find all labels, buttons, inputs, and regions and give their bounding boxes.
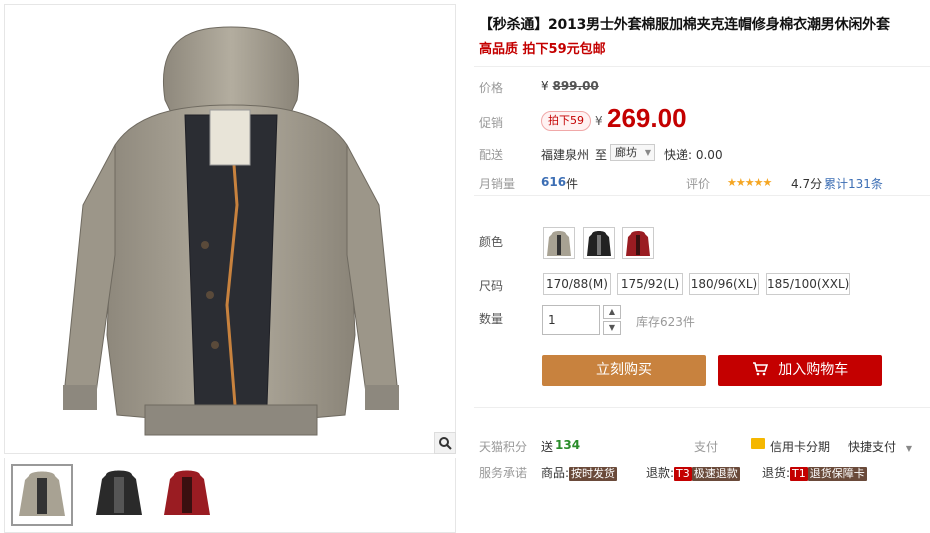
sales-unit: 件 xyxy=(566,177,579,191)
qty-increase-button[interactable]: ▲ xyxy=(603,305,621,319)
size-option-l[interactable]: 175/92(L) xyxy=(617,273,683,295)
delivery-label: 配送 xyxy=(479,148,504,162)
promise-label: 服务承诺 xyxy=(479,466,528,480)
goods-promise: 商品: 按时发货 xyxy=(541,464,618,481)
product-title: 【秒杀通】2013男士外套棉服加棉夹克连帽修身棉衣潮男休闲外套 xyxy=(479,17,890,33)
add-to-cart-button[interactable]: 加入购物车 xyxy=(718,355,882,386)
city-value: 廊坊 xyxy=(615,146,637,159)
add-to-cart-label: 加入购物车 xyxy=(778,362,849,378)
points-label: 天猫积分 xyxy=(479,440,528,454)
delivery-from: 福建泉州 xyxy=(541,148,590,162)
on-time-badge[interactable]: 按时发货 xyxy=(569,467,618,481)
price-label: 价格 xyxy=(479,81,504,95)
chevron-down-icon: ▼ xyxy=(905,444,912,453)
zoom-icon[interactable] xyxy=(434,432,456,454)
points-value: 134 xyxy=(555,438,581,452)
credit-installment[interactable]: 信用卡分期 xyxy=(770,438,830,455)
points-prefix: 送 xyxy=(541,440,554,454)
credit-card-icon xyxy=(751,438,765,449)
size-option-m[interactable]: 170/88(M) xyxy=(543,273,611,295)
thumbnail-black[interactable] xyxy=(89,464,151,526)
rating-stars-icon: ★★★★★ xyxy=(727,176,772,189)
currency-symbol: ¥ xyxy=(541,79,549,93)
refund-label: 退款: xyxy=(646,466,675,480)
qty-label: 数量 xyxy=(479,312,504,326)
main-product-image[interactable] xyxy=(4,4,456,454)
goods-label: 商品: xyxy=(541,466,570,480)
buy-now-button[interactable]: 立刻购买 xyxy=(542,355,706,386)
size-option-xl[interactable]: 180/96(XL) xyxy=(689,273,759,295)
stock-count: 库存623件 xyxy=(636,315,695,329)
sales-label: 月销量 xyxy=(479,177,516,191)
promo-tag: 拍下59 xyxy=(541,111,591,131)
delivery-to-word: 至 xyxy=(595,148,608,162)
product-gallery xyxy=(0,0,458,533)
product-subtitle: 高品质 拍下59元包邮 xyxy=(479,42,606,57)
thumbnail-strip xyxy=(4,458,456,533)
refund-code-badge: T3 xyxy=(674,467,692,481)
product-info: 【秒杀通】2013男士外套棉服加棉夹克连帽修身棉衣潮男休闲外套 高品质 拍下59… xyxy=(474,0,930,533)
fast-refund-badge[interactable]: 极速退款 xyxy=(691,467,740,481)
thumbnail-khaki[interactable] xyxy=(11,464,73,526)
rating-label: 评价 xyxy=(686,177,711,191)
chevron-down-icon: ▼ xyxy=(644,148,651,157)
original-price: ¥ 899.00 xyxy=(541,79,599,93)
quantity-input[interactable]: 1 xyxy=(542,305,600,335)
promo-currency: ¥ xyxy=(595,114,603,128)
color-option-black[interactable] xyxy=(583,227,615,259)
return-code-badge: T1 xyxy=(790,467,808,481)
sales-count: 616 xyxy=(541,175,567,189)
pay-label: 支付 xyxy=(694,440,719,454)
return-guarantee-badge[interactable]: 退货保障卡 xyxy=(807,467,867,481)
sku-panel: 颜色 尺码 170/88(M) 175/92(L) 180/96(XL) 185… xyxy=(474,196,930,408)
size-option-xxl[interactable]: 185/100(XXL) xyxy=(766,273,850,295)
qty-decrease-button[interactable]: ▼ xyxy=(603,321,621,335)
quick-pay-dropdown[interactable]: 快捷支付 ▼ xyxy=(848,438,912,455)
return-promise: 退货: T1 退货保障卡 xyxy=(762,464,867,481)
shipping-fee: 快递: 0.00 xyxy=(664,148,723,162)
quick-pay-label: 快捷支付 xyxy=(848,440,897,454)
review-count-link[interactable]: 累计131条 xyxy=(824,175,883,192)
jacket-illustration xyxy=(63,26,399,436)
refund-promise: 退款: T3 极速退款 xyxy=(646,464,740,481)
promo-price: 269.00 xyxy=(607,103,687,133)
size-label: 尺码 xyxy=(479,279,504,293)
service-panel: 天猫积分 送 134 支付 信用卡分期 快捷支付 ▼ 服务承诺 商品: 按时发货 … xyxy=(474,428,930,488)
color-option-khaki[interactable] xyxy=(543,227,575,259)
cart-icon xyxy=(752,355,768,386)
original-price-value: 899.00 xyxy=(552,79,599,93)
color-option-red[interactable] xyxy=(622,227,654,259)
price-panel: 价格 ¥ 899.00 促销 拍下59 ¥ 269.00 配送 福建泉州 至 廊… xyxy=(474,66,930,196)
city-dropdown[interactable]: 廊坊 ▼ xyxy=(610,144,655,161)
promo-label: 促销 xyxy=(479,116,504,130)
thumbnail-red[interactable] xyxy=(157,464,219,526)
rating-score: 4.7分 xyxy=(791,177,823,191)
color-label: 颜色 xyxy=(479,235,504,249)
return-label: 退货: xyxy=(762,466,791,480)
